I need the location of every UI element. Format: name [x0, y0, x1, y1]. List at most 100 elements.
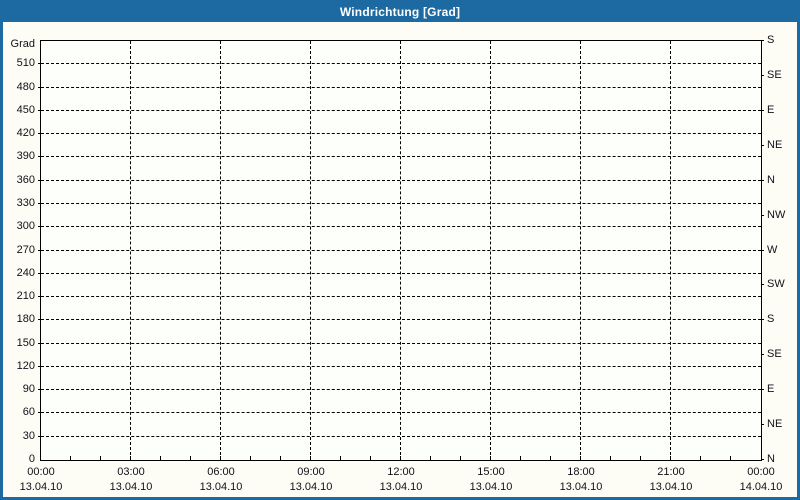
- x-tick-time: 00:00: [27, 466, 55, 478]
- x-grid-line: [310, 41, 311, 460]
- y-grid-line: [41, 366, 761, 367]
- y-axis-right-tick-label: NW: [767, 209, 786, 221]
- x-axis-minor-tick: [130, 456, 131, 460]
- x-axis-tick-label: 03:00 13.04.10: [86, 460, 176, 493]
- y-grid-line: [41, 250, 761, 251]
- x-axis-minor-tick: [220, 456, 221, 460]
- x-tick-date: 13.04.10: [379, 481, 423, 493]
- y-axis-right-tick: [761, 354, 764, 355]
- x-axis-tick-label: 21:00 13.04.10: [626, 460, 716, 493]
- y-grid-line: [41, 273, 761, 274]
- y-axis-left-tick: [38, 389, 41, 390]
- x-tick-time: 09:00: [297, 466, 325, 478]
- y-axis-right-tick: [761, 215, 764, 216]
- y-axis-left-tick: [38, 133, 41, 134]
- x-axis-tick-label: 12:00 13.04.10: [356, 460, 446, 493]
- x-axis-minor-tick: [100, 456, 101, 460]
- y-axis-left-tick: [38, 87, 41, 88]
- y-axis-right-tick-label: NE: [767, 418, 783, 430]
- y-axis-right-tick-label: S: [767, 313, 775, 325]
- y-axis-left-tick: [38, 436, 41, 437]
- x-axis-tick-label: 15:00 13.04.10: [446, 460, 536, 493]
- y-axis-title: Grad: [10, 38, 35, 50]
- y-axis-right-tick: [761, 145, 764, 146]
- y-axis-left-tick-label: 360: [16, 174, 35, 186]
- y-axis-right-tick: [761, 40, 764, 41]
- y-axis-left-tick: [38, 110, 41, 111]
- x-axis-minor-tick: [550, 456, 551, 460]
- chart-window: Windrichtung [Grad] 0 30 60 90 120 150 180 210 2…: [0, 0, 800, 500]
- x-tick-date: 13.04.10: [289, 481, 333, 493]
- y-axis-right-tick-label: SW: [767, 278, 785, 290]
- x-axis-minor-tick: [280, 456, 281, 460]
- y-axis-right-tick-label: W: [767, 244, 778, 256]
- x-tick-date: 13.04.10: [19, 481, 63, 493]
- x-axis-minor-tick: [400, 456, 401, 460]
- y-axis-left-tick: [38, 63, 41, 64]
- x-axis-minor-tick: [190, 456, 191, 460]
- x-axis-tick-label: 18:00 13.04.10: [536, 460, 626, 493]
- y-axis-left-tick: [38, 366, 41, 367]
- y-axis-right-tick-label: NE: [767, 139, 783, 151]
- x-axis-minor-tick: [370, 456, 371, 460]
- y-axis-left-tick: [38, 180, 41, 181]
- y-axis-left-tick-label: 270: [16, 244, 35, 256]
- y-axis-right-tick: [761, 75, 764, 76]
- y-axis-right-tick-label: N: [767, 174, 775, 186]
- x-tick-time: 03:00: [117, 466, 145, 478]
- y-grid-line: [41, 203, 761, 204]
- window-title-bar: Windrichtung [Grad]: [3, 3, 797, 22]
- y-axis-left-tick-label: 450: [16, 104, 35, 116]
- x-tick-time: 18:00: [567, 466, 595, 478]
- y-axis-right-tick: [761, 284, 764, 285]
- y-grid-line: [41, 63, 761, 64]
- x-tick-date: 13.04.10: [559, 481, 603, 493]
- x-grid-line: [220, 41, 221, 460]
- y-axis-left-tick: [38, 250, 41, 251]
- y-axis-left-tick: [38, 296, 41, 297]
- page-title: Windrichtung [Grad]: [339, 5, 461, 19]
- x-tick-date: 13.04.10: [469, 481, 513, 493]
- x-axis-minor-tick: [730, 456, 731, 460]
- y-axis-left-tick-label: 90: [22, 383, 35, 395]
- y-axis-left-tick: [38, 156, 41, 157]
- y-axis-left-tick: [38, 226, 41, 227]
- y-axis-right-tick: [761, 389, 764, 390]
- x-grid-line: [670, 41, 671, 460]
- x-grid-line: [400, 41, 401, 460]
- y-axis-left-tick-label: 330: [16, 197, 35, 209]
- y-axis-right-tick-label: SE: [767, 348, 782, 360]
- x-tick-date: 13.04.10: [649, 481, 693, 493]
- x-tick-time: 21:00: [657, 466, 685, 478]
- x-axis-minor-tick: [70, 456, 71, 460]
- y-axis-left-tick: [38, 319, 41, 320]
- x-axis-minor-tick: [490, 456, 491, 460]
- x-axis-minor-tick: [250, 456, 251, 460]
- x-axis-minor-tick: [640, 456, 641, 460]
- x-tick-time: 06:00: [207, 466, 235, 478]
- x-axis-minor-tick: [430, 456, 431, 460]
- y-axis-left-tick: [38, 203, 41, 204]
- y-grid-line: [41, 296, 761, 297]
- y-axis-left-tick-label: 240: [16, 267, 35, 279]
- y-axis-right-tick-label: E: [767, 383, 775, 395]
- y-axis-left-tick-label: 480: [16, 81, 35, 93]
- y-axis-right-tick: [761, 424, 764, 425]
- y-grid-line: [41, 389, 761, 390]
- y-grid-line: [41, 87, 761, 88]
- y-axis-left-tick-label: 210: [16, 290, 35, 302]
- x-axis-tick-label: 09:00 13.04.10: [266, 460, 356, 493]
- x-axis-tick-label: 00:00 13.04.10: [0, 460, 86, 493]
- x-tick-date: 14.04.10: [739, 481, 783, 493]
- y-axis-right-tick: [761, 250, 764, 251]
- y-axis-right-tick: [761, 319, 764, 320]
- x-axis-tick-label: 06:00 13.04.10: [176, 460, 266, 493]
- y-axis-left-tick-label: 510: [16, 57, 35, 69]
- x-grid-line: [580, 41, 581, 460]
- y-grid-line: [41, 226, 761, 227]
- y-axis-left-tick: [38, 343, 41, 344]
- y-axis-right-tick-label: SE: [767, 69, 782, 81]
- y-grid-line: [41, 180, 761, 181]
- x-tick-date: 13.04.10: [199, 481, 243, 493]
- y-grid-line: [41, 412, 761, 413]
